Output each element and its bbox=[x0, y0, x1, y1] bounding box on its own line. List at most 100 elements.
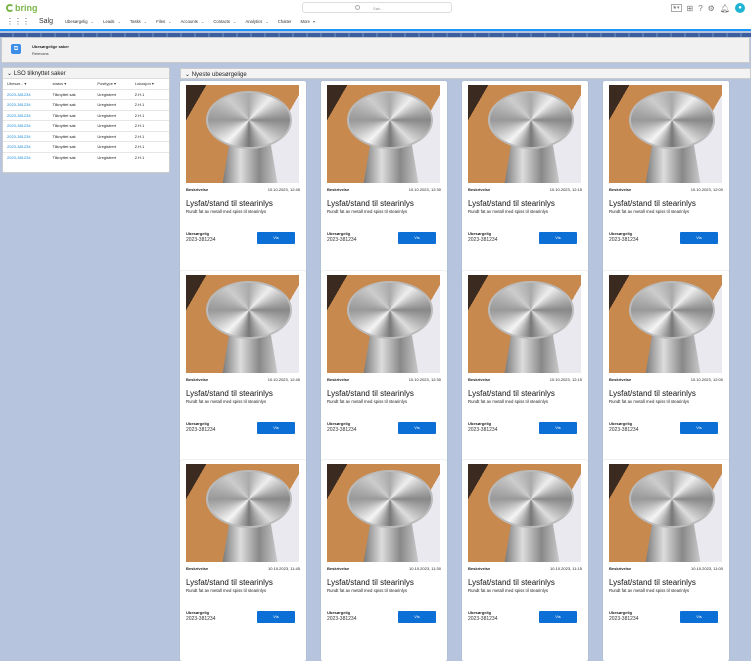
item-subtitle: Rundt fat av metall med spiss til steari… bbox=[468, 209, 549, 214]
description-label: Beskrivelse bbox=[186, 566, 209, 571]
bell-icon[interactable]: 🔔︎ bbox=[720, 4, 730, 13]
view-button[interactable]: Vis bbox=[539, 611, 577, 623]
search-input[interactable]: Søk... bbox=[302, 2, 452, 13]
case-link[interactable]: 2023-381234 bbox=[3, 88, 49, 100]
chevron-down-icon[interactable]: ⌄ bbox=[233, 19, 237, 24]
case-link[interactable]: 2023-381234 bbox=[3, 99, 49, 110]
nav-item-ubesørgelig[interactable]: Ubesørgelig ⌄ bbox=[65, 19, 94, 24]
case-number: 2023-381234 bbox=[327, 616, 357, 622]
help-icon[interactable]: ? bbox=[698, 4, 702, 13]
nav-item-chatter[interactable]: Chatter bbox=[278, 19, 292, 24]
item-title: Lysfat/stand til stearinlys bbox=[468, 199, 555, 208]
table-cell: Tilknyttet sak bbox=[48, 151, 94, 163]
item-photo bbox=[186, 275, 299, 373]
view-button[interactable]: Vis bbox=[398, 422, 436, 434]
app-launcher-icon[interactable]: ⋮⋮⋮ bbox=[6, 17, 30, 26]
item-card: Beskrivelse 10.10.2023, 12:30 Lysfat/stan… bbox=[321, 271, 447, 472]
nav-label: Ubesørgelig bbox=[65, 19, 88, 24]
add-icon[interactable]: ⊞ bbox=[687, 4, 694, 13]
item-title: Lysfat/stand til stearinlys bbox=[468, 578, 555, 587]
chevron-down-icon[interactable]: ⌄ bbox=[144, 19, 148, 24]
avatar[interactable]: ● bbox=[735, 3, 745, 13]
table-cell: 2.H.1 bbox=[130, 109, 169, 121]
list-subtitle: Relevans bbox=[32, 51, 49, 56]
view-button[interactable]: Vis bbox=[257, 232, 295, 244]
brand-text: bring bbox=[15, 3, 38, 13]
item-subtitle: Rundt fat av metall med spiss til steari… bbox=[186, 209, 267, 214]
item-photo bbox=[327, 464, 440, 562]
bring-logo[interactable]: bring bbox=[6, 3, 38, 13]
nav-label: Files bbox=[156, 19, 166, 24]
lso-related-cases-panel: ⌄ LSO tilknyttet saker Ubesør... ▾ status… bbox=[2, 67, 170, 173]
status-label: Ubesørgelig bbox=[468, 421, 492, 426]
column-header[interactable]: Lokasjon ▾ bbox=[131, 79, 169, 89]
table-cell: Uregistrert bbox=[93, 109, 131, 121]
nav-item-analytics[interactable]: Analytics ⌄ bbox=[245, 19, 268, 24]
status-label: Ubesørgelig bbox=[609, 421, 633, 426]
chevron-down-icon[interactable]: ⌄ bbox=[168, 19, 172, 24]
description-label: Beskrivelse bbox=[609, 377, 632, 382]
view-button[interactable]: Vis bbox=[539, 232, 577, 244]
view-button[interactable]: Vis bbox=[539, 422, 577, 434]
status-label: Ubesørgelig bbox=[186, 610, 210, 615]
case-number: 2023-381234 bbox=[609, 427, 639, 433]
item-subtitle: Rundt fat av metall med spiss til steari… bbox=[186, 399, 267, 404]
favorites-star-icon[interactable]: ★▾ bbox=[670, 4, 682, 12]
chevron-down-icon[interactable]: ⌄ bbox=[265, 19, 269, 24]
case-link[interactable]: 2023-381234 bbox=[3, 151, 49, 163]
gear-icon[interactable]: ⚙ bbox=[708, 4, 715, 13]
column-header[interactable]: Posttype ▾ bbox=[93, 79, 130, 89]
nav-item-accounts[interactable]: Accounts ⌄ bbox=[181, 19, 205, 24]
item-title: Lysfat/stand til stearinlys bbox=[609, 578, 696, 587]
item-subtitle: Rundt fat av metall med spiss til steari… bbox=[186, 588, 267, 593]
view-button[interactable]: Vis bbox=[680, 422, 718, 434]
item-photo bbox=[609, 464, 722, 562]
item-title: Lysfat/stand til stearinlys bbox=[468, 389, 555, 398]
case-number: 2023-381234 bbox=[186, 237, 216, 243]
column-label: Posttype bbox=[97, 81, 113, 87]
timestamp: 10.10.2023, 12:45 bbox=[267, 377, 300, 382]
table-cell: 2.H.1 bbox=[130, 88, 169, 100]
chevron-down-icon[interactable]: ⌄ bbox=[201, 19, 205, 24]
status-label: Ubesørgelig bbox=[609, 231, 633, 236]
chevron-down-icon[interactable]: ▾ bbox=[313, 19, 315, 24]
column-header[interactable]: Ubesør... ▾ bbox=[3, 79, 48, 89]
item-subtitle: Rundt fat av metall med spiss til steari… bbox=[327, 588, 408, 593]
view-button[interactable]: Vis bbox=[398, 232, 436, 244]
item-subtitle: Rundt fat av metall med spiss til steari… bbox=[468, 588, 549, 593]
case-link[interactable]: 2023-381234 bbox=[3, 141, 49, 152]
case-number: 2023-381234 bbox=[468, 616, 498, 622]
nav-item-contacts[interactable]: Contacts ⌄ bbox=[213, 19, 236, 24]
case-link[interactable]: 2023-381234 bbox=[3, 109, 49, 121]
item-card: Beskrivelse 10.10.2023, 12:45 Lysfat/stan… bbox=[180, 81, 306, 282]
item-photo bbox=[468, 85, 581, 183]
view-button[interactable]: Vis bbox=[680, 232, 718, 244]
newest-panel-header[interactable]: ⌄ Nyeste ubesørgelige bbox=[180, 68, 751, 79]
nav-item-more[interactable]: More ▾ bbox=[300, 19, 315, 24]
table-cell: Tilknyttet sak bbox=[48, 88, 94, 100]
chevron-down-icon[interactable]: ⌄ bbox=[118, 19, 122, 24]
status-label: Ubesørgelig bbox=[609, 610, 633, 615]
chevron-down-icon[interactable]: ⌄ bbox=[91, 19, 95, 24]
view-button[interactable]: Vis bbox=[680, 611, 718, 623]
view-button[interactable]: Vis bbox=[257, 422, 295, 434]
view-button[interactable]: Vis bbox=[398, 611, 436, 623]
nav-item-tasks[interactable]: Tasks ⌄ bbox=[130, 19, 147, 24]
nav-item-files[interactable]: Files ⌄ bbox=[156, 19, 171, 24]
case-link[interactable]: 2023-381234 bbox=[3, 130, 49, 142]
item-photo bbox=[186, 464, 299, 562]
item-subtitle: Rundt fat av metall med spiss til steari… bbox=[468, 399, 549, 404]
view-button[interactable]: Vis bbox=[257, 611, 295, 623]
timestamp: 10.10.2023, 12:15 bbox=[549, 377, 582, 382]
case-link[interactable]: 2023-381234 bbox=[3, 120, 49, 131]
item-photo bbox=[609, 85, 722, 183]
nav-item-leads[interactable]: Leads ⌄ bbox=[103, 19, 121, 24]
item-title: Lysfat/stand til stearinlys bbox=[609, 199, 696, 208]
search-placeholder: Søk... bbox=[373, 6, 384, 11]
column-header[interactable]: status ▾ bbox=[48, 79, 93, 89]
table-cell: Uregistrert bbox=[93, 141, 131, 152]
description-label: Beskrivelse bbox=[327, 187, 350, 192]
panel-header[interactable]: ⌄ LSO tilknyttet saker bbox=[3, 68, 169, 79]
item-card: Beskrivelse 10.10.2023, 12:00 Lysfat/stan… bbox=[603, 81, 729, 282]
column-label: Lokasjon bbox=[134, 81, 151, 87]
